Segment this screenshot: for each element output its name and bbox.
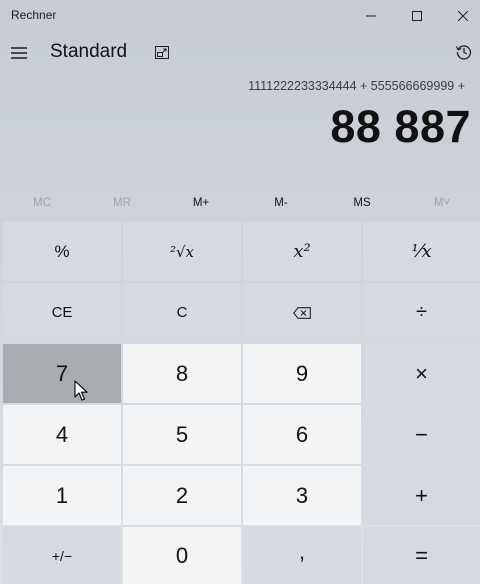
digit-1-button[interactable]: 1 <box>3 466 121 525</box>
memory-clear-button[interactable]: MC <box>2 190 82 216</box>
backspace-icon <box>293 306 311 319</box>
history-icon <box>455 45 472 60</box>
keep-on-top-button[interactable] <box>150 40 174 64</box>
divide-label: ÷ <box>416 301 427 323</box>
add-button[interactable]: + <box>363 466 480 525</box>
square-label: x² <box>293 241 311 262</box>
minimize-button[interactable] <box>348 0 394 32</box>
maximize-button[interactable] <box>394 0 440 32</box>
digit-7-label: 7 <box>55 360 69 386</box>
decimal-separator-button[interactable]: , <box>243 527 361 584</box>
expression-display: 1111222233334444 + 555566669999 + <box>248 79 465 93</box>
percent-label: % <box>54 241 70 261</box>
digit-5-button[interactable]: 5 <box>123 405 241 464</box>
close-button[interactable] <box>440 0 480 32</box>
square-root-button[interactable]: ²√x <box>123 222 241 281</box>
digit-6-label: 6 <box>295 421 309 447</box>
keep-on-top-icon <box>155 45 169 59</box>
clear-label: C <box>176 304 188 321</box>
memory-store-button[interactable]: MS <box>322 190 402 216</box>
memory-add-button[interactable]: M+ <box>161 190 241 216</box>
close-icon <box>458 11 468 21</box>
memory-subtract-button[interactable]: M- <box>241 190 321 216</box>
digit-4-label: 4 <box>55 421 69 447</box>
multiply-label: × <box>415 360 428 386</box>
maximize-icon <box>412 11 422 21</box>
digit-6-button[interactable]: 6 <box>243 405 361 464</box>
title-bar: Rechner <box>0 0 480 32</box>
equals-button[interactable]: = <box>363 527 480 584</box>
decimal-separator-label: , <box>298 538 306 564</box>
digit-3-button[interactable]: 3 <box>243 466 361 525</box>
digit-2-label: 2 <box>175 482 189 508</box>
subtract-label: − <box>415 421 428 447</box>
backspace-button[interactable] <box>243 283 361 342</box>
digit-0-button[interactable]: 0 <box>123 527 241 584</box>
reciprocal-label: ⅟x <box>411 241 432 262</box>
digit-5-label: 5 <box>175 421 189 447</box>
keypad: % ²√x x² ⅟x CE C ÷ 7 8 9 × 4 5 6 − 1 2 3… <box>0 221 480 584</box>
result-display: 88 887 <box>330 101 471 152</box>
minimize-icon <box>366 15 376 17</box>
memory-row: MC MR M+ M- MS M˅ <box>0 190 480 216</box>
memory-recall-button[interactable]: MR <box>82 190 162 216</box>
digit-3-label: 3 <box>295 482 309 508</box>
equals-label: = <box>415 542 428 568</box>
square-button[interactable]: x² <box>243 222 361 281</box>
percent-button[interactable]: % <box>3 222 121 281</box>
subtract-button[interactable]: − <box>363 405 480 464</box>
digit-8-label: 8 <box>175 360 189 386</box>
history-button[interactable] <box>452 40 476 64</box>
clear-button[interactable]: C <box>123 283 241 342</box>
add-label: + <box>415 482 428 508</box>
digit-4-button[interactable]: 4 <box>3 405 121 464</box>
negate-label: +/− <box>51 547 73 564</box>
digit-7-button[interactable]: 7 <box>3 344 121 403</box>
clear-entry-label: CE <box>51 304 73 321</box>
multiply-button[interactable]: × <box>363 344 480 403</box>
negate-button[interactable]: +/− <box>3 527 121 584</box>
digit-8-button[interactable]: 8 <box>123 344 241 403</box>
divide-button[interactable]: ÷ <box>363 283 480 342</box>
mode-title: Standard <box>50 41 128 62</box>
digit-1-label: 1 <box>55 482 69 508</box>
digit-9-label: 9 <box>295 360 309 386</box>
digit-9-button[interactable]: 9 <box>243 344 361 403</box>
navigation-menu-button[interactable] <box>4 36 34 70</box>
calculator-header: Standard <box>0 32 480 76</box>
memory-list-button[interactable]: M˅ <box>402 190 480 216</box>
digit-0-label: 0 <box>175 542 189 568</box>
hamburger-icon <box>11 47 27 59</box>
reciprocal-button[interactable]: ⅟x <box>363 222 480 281</box>
digit-2-button[interactable]: 2 <box>123 466 241 525</box>
clear-entry-button[interactable]: CE <box>3 283 121 342</box>
square-root-label: ²√x <box>169 242 195 261</box>
app-title: Rechner <box>11 8 57 22</box>
